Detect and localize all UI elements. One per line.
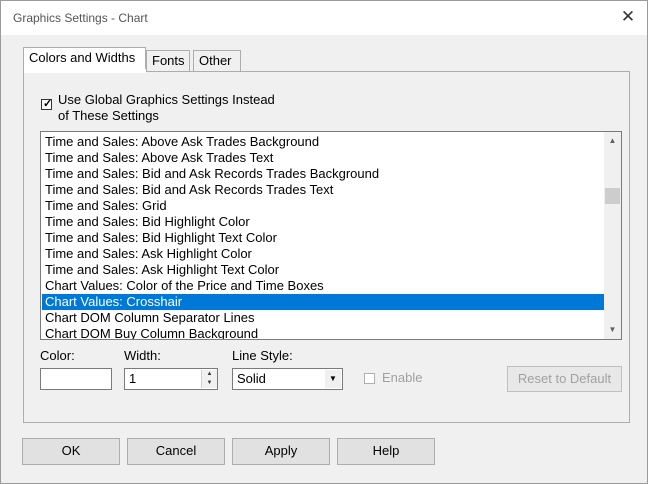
scroll-down-icon[interactable]: ▼ [604, 323, 621, 337]
reset-to-default-button[interactable]: Reset to Default [507, 366, 622, 392]
list-item[interactable]: Chart DOM Buy Column Background [42, 326, 604, 339]
chevron-down-icon[interactable]: ▼ [325, 370, 341, 388]
help-button[interactable]: Help [337, 438, 435, 465]
line-style-value: Solid [237, 371, 266, 386]
global-settings-label-line2: of These Settings [58, 108, 159, 123]
window-title: Graphics Settings - Chart [13, 11, 148, 25]
list-item[interactable]: Time and Sales: Bid and Ask Records Trad… [42, 166, 604, 182]
apply-button[interactable]: Apply [232, 438, 330, 465]
active-tab-joiner [24, 69, 146, 73]
tab-label: Fonts [152, 53, 185, 68]
scroll-thumb[interactable] [605, 188, 620, 204]
width-stepper[interactable]: 1 ▲ ▼ [124, 368, 218, 390]
list-item[interactable]: Time and Sales: Above Ask Trades Backgro… [42, 134, 604, 150]
checkmark-icon: ✓ [43, 98, 53, 110]
global-settings-label-line1: Use Global Graphics Settings Instead [58, 92, 275, 107]
list-item[interactable]: Chart DOM Column Separator Lines [42, 310, 604, 326]
list-item[interactable]: Time and Sales: Bid Highlight Color [42, 214, 604, 230]
list-item[interactable]: Time and Sales: Bid and Ask Records Trad… [42, 182, 604, 198]
line-style-select[interactable]: Solid ▼ [232, 368, 343, 390]
enable-checkbox[interactable] [364, 373, 375, 384]
spin-down-icon[interactable]: ▼ [201, 379, 217, 388]
ok-button[interactable]: OK [22, 438, 120, 465]
color-swatch[interactable] [40, 368, 112, 390]
graphics-element-list[interactable]: Time and Sales: Above Ask Trades Backgro… [40, 131, 622, 340]
title-bar: Graphics Settings - Chart ✕ [1, 1, 647, 35]
tab-other[interactable]: Other [193, 50, 241, 72]
graphics-settings-dialog: Graphics Settings - Chart ✕ Colors and W… [0, 0, 648, 484]
cancel-button[interactable]: Cancel [127, 438, 225, 465]
list-item[interactable]: Time and Sales: Ask Highlight Color [42, 246, 604, 262]
spin-up-icon[interactable]: ▲ [201, 370, 217, 379]
list-scrollbar[interactable]: ▲ ▼ [604, 132, 621, 339]
list-item[interactable]: Chart Values: Crosshair [42, 294, 604, 310]
list-item[interactable]: Time and Sales: Above Ask Trades Text [42, 150, 604, 166]
list-item[interactable]: Time and Sales: Ask Highlight Text Color [42, 262, 604, 278]
list-item[interactable]: Chart Values: Color of the Price and Tim… [42, 278, 604, 294]
global-settings-checkbox[interactable]: ✓ [41, 98, 53, 110]
list-item[interactable]: Time and Sales: Grid [42, 198, 604, 214]
tab-label: Other [199, 53, 232, 68]
width-value: 1 [129, 371, 137, 386]
list-item[interactable]: Time and Sales: Bid Highlight Text Color [42, 230, 604, 246]
close-icon[interactable]: ✕ [619, 8, 637, 26]
color-swatch-fill [42, 370, 110, 388]
tab-label: Colors and Widths [29, 50, 136, 65]
width-label: Width: [124, 348, 161, 363]
color-label: Color: [40, 348, 75, 363]
enable-label: Enable [382, 370, 423, 385]
tab-fonts[interactable]: Fonts [146, 50, 190, 72]
line-style-label: Line Style: [232, 348, 293, 363]
scroll-up-icon[interactable]: ▲ [604, 134, 621, 148]
